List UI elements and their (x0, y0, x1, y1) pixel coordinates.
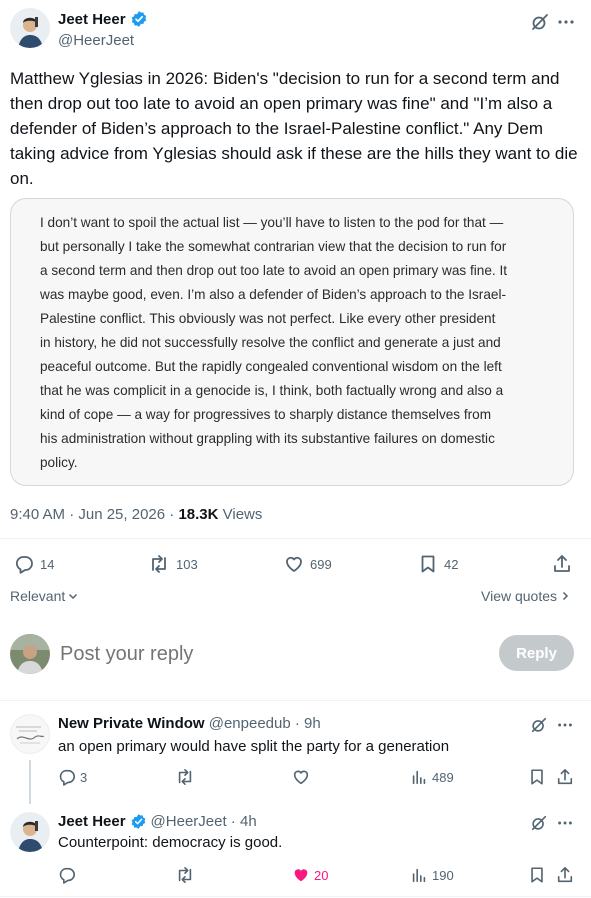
verified-badge-icon (130, 813, 147, 830)
views-count: 489 (432, 769, 454, 785)
reply-author-name[interactable]: New Private Window (58, 715, 205, 732)
share-icon[interactable] (556, 768, 574, 786)
quote-line: peaceful outcome. But the rapidly congea… (40, 359, 502, 374)
quote-line: kind of cope — a way for progressives to… (40, 407, 492, 422)
reply-icon (58, 866, 76, 884)
reply-time[interactable]: · 4h (227, 813, 257, 830)
quoted-image[interactable]: I don’t want to spoil the actual list — … (10, 198, 574, 486)
quote-line: in history, he did not successfully reso… (40, 335, 501, 350)
quote-line: Palestine conflict. This obviously was n… (40, 311, 496, 326)
heart-filled-icon (292, 866, 310, 884)
repost-action[interactable] (175, 866, 199, 884)
author-name[interactable]: Jeet Heer (58, 11, 126, 28)
reply-author-handle[interactable]: @HeerJeet (151, 813, 227, 830)
timestamp[interactable]: 9:40 AM · Jun 25, 2026 · (10, 506, 178, 523)
divider (0, 896, 591, 897)
reply-button-label: Reply (516, 644, 557, 662)
repost-icon (175, 768, 195, 786)
like-action[interactable]: 20 (292, 866, 328, 884)
reply-count: 14 (40, 556, 55, 572)
reply-icon (58, 768, 76, 786)
heart-icon (284, 554, 304, 574)
like-action[interactable]: 699 (284, 554, 332, 574)
divider (0, 700, 591, 701)
quote-line: I don’t want to spoil the actual list — … (40, 215, 504, 230)
reply-avatar[interactable] (10, 812, 50, 852)
reply-count: 3 (80, 769, 88, 785)
chevron-right-icon (559, 590, 571, 602)
repost-action[interactable] (175, 768, 199, 786)
tweet-meta: 9:40 AM · Jun 25, 2026 · 18.3K Views (10, 506, 262, 523)
quote-line: was maybe good, even. I’m also a defende… (40, 287, 506, 302)
sort-label: Relevant (10, 588, 66, 604)
bookmark-icon[interactable] (528, 866, 546, 884)
reply-text: Counterpoint: democracy is good. (58, 834, 283, 851)
reply-action[interactable]: 3 (58, 768, 87, 786)
views-label: Views (218, 506, 263, 523)
analytics-icon (410, 866, 428, 884)
repost-icon (175, 866, 195, 884)
repost-count: 103 (176, 556, 198, 572)
view-quotes-link[interactable]: View quotes (481, 588, 571, 604)
repost-icon (148, 554, 170, 574)
views-action[interactable]: 489 (410, 768, 454, 786)
reply-input[interactable] (60, 638, 480, 670)
grok-icon[interactable] (530, 716, 548, 734)
chevron-down-icon (67, 590, 79, 602)
verified-badge-icon (130, 10, 148, 28)
bookmark-action[interactable]: 42 (418, 554, 458, 574)
tweet-text: Matthew Yglesias in 2026: Biden's "decis… (10, 69, 578, 188)
share-icon[interactable] (552, 554, 572, 574)
reply-author-name[interactable]: Jeet Heer (58, 813, 126, 830)
view-quotes-label: View quotes (481, 588, 558, 604)
reply-action[interactable]: 14 (14, 554, 54, 574)
reply-action[interactable] (58, 866, 80, 884)
divider (0, 538, 591, 539)
sort-relevant[interactable]: Relevant (10, 588, 79, 604)
reply-icon (14, 554, 34, 574)
quote-line: but personally I take the somewhat contr… (40, 239, 507, 254)
more-options-icon[interactable] (556, 716, 574, 734)
reply-author-handle[interactable]: @enpeedub (209, 715, 291, 732)
reply-avatar[interactable] (10, 714, 50, 754)
bookmark-icon[interactable] (528, 768, 546, 786)
more-options-icon[interactable] (556, 814, 574, 832)
grok-icon[interactable] (530, 814, 548, 832)
more-options-icon[interactable] (556, 12, 576, 32)
quote-line: policy. (40, 455, 78, 470)
heart-icon (292, 768, 310, 786)
quote-line: that he was complicit in a genocide is, … (40, 383, 504, 398)
current-user-avatar[interactable] (10, 634, 50, 674)
views-count: 18.3K (178, 506, 219, 523)
bookmark-count: 42 (444, 556, 459, 572)
reply-button[interactable]: Reply (499, 635, 574, 671)
bookmark-icon (418, 554, 438, 574)
quote-line: his administration without grappling wit… (40, 431, 495, 446)
reply-text: an open primary would have split the par… (58, 738, 450, 755)
quoted-text: I don’t want to spoil the actual list — … (40, 211, 507, 475)
analytics-icon (410, 768, 428, 786)
repost-action[interactable]: 103 (148, 554, 198, 574)
author-handle[interactable]: @HeerJeet (58, 32, 134, 49)
like-count: 20 (314, 867, 329, 883)
like-count: 699 (310, 556, 332, 572)
like-action[interactable] (292, 768, 314, 786)
grok-icon[interactable] (530, 12, 550, 32)
author-avatar[interactable] (10, 8, 50, 48)
views-count: 190 (432, 867, 454, 883)
share-icon[interactable] (556, 866, 574, 884)
views-action[interactable]: 190 (410, 866, 454, 884)
reply-time[interactable]: · 9h (291, 715, 321, 732)
thread-line (29, 760, 31, 804)
quote-line: a second term and then drop out too late… (40, 263, 507, 278)
